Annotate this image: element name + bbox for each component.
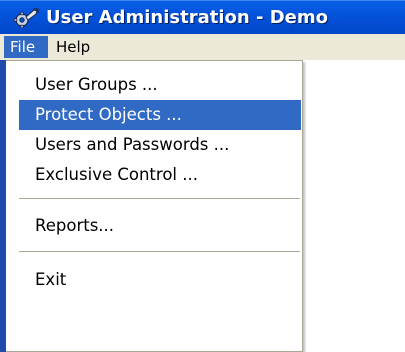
menu-file[interactable]: File	[4, 36, 48, 58]
menu-separator	[19, 198, 300, 199]
menu-item-reports[interactable]: Reports...	[19, 211, 301, 241]
menu-separator	[19, 251, 300, 252]
menu-item-users-and-passwords[interactable]: Users and Passwords ...	[19, 130, 301, 160]
menu-item-exit[interactable]: Exit	[19, 265, 301, 295]
app-window: User Administration - Demo File Help Use…	[0, 0, 405, 352]
menu-left-strip	[0, 60, 6, 352]
window-title: User Administration - Demo	[46, 7, 328, 28]
menu-item-protect-objects[interactable]: Protect Objects ...	[19, 100, 301, 130]
title-bar[interactable]: User Administration - Demo	[0, 0, 405, 34]
menu-item-user-groups[interactable]: User Groups ...	[19, 70, 301, 100]
wrench-gear-icon[interactable]	[13, 8, 39, 28]
menu-item-exclusive-control[interactable]: Exclusive Control ...	[19, 160, 301, 190]
menu-bar: File Help	[0, 34, 405, 60]
menu-help[interactable]: Help	[52, 36, 90, 58]
